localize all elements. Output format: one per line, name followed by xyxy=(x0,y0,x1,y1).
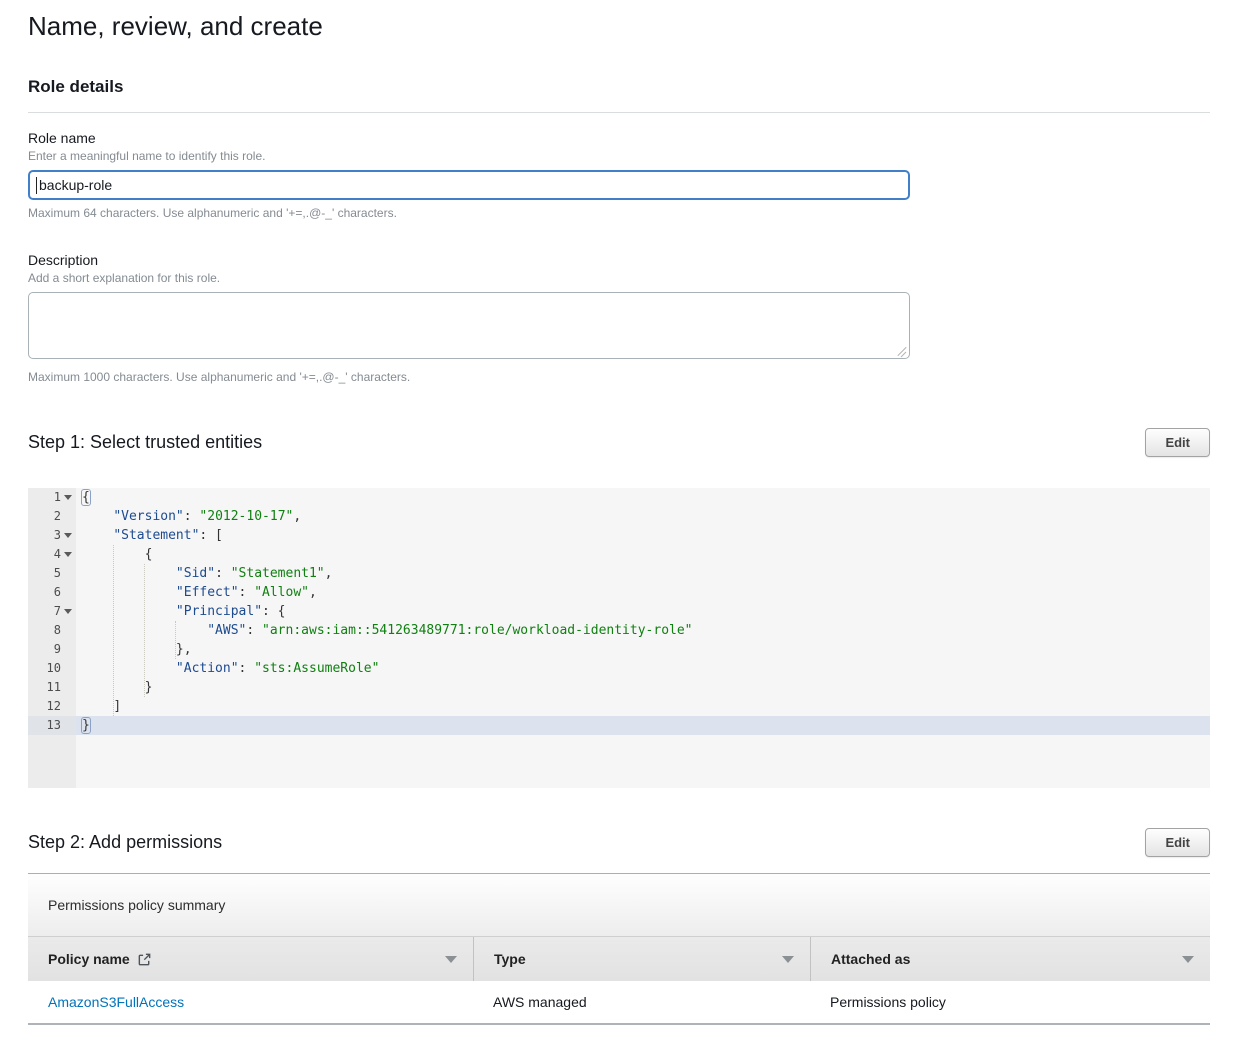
filter-dropdown-icon[interactable] xyxy=(782,956,794,963)
line-number: 13 xyxy=(47,716,61,735)
filter-dropdown-icon[interactable] xyxy=(1182,956,1194,963)
line-number: 7 xyxy=(54,602,61,621)
line-number: 5 xyxy=(54,564,61,583)
trust-policy-editor[interactable]: 1{2 "Version": "2012-10-17",3 "Statement… xyxy=(28,488,1210,788)
external-link-icon xyxy=(137,952,152,967)
line-number: 1 xyxy=(54,488,61,507)
step2-header: Step 2: Add permissions Edit xyxy=(28,828,1210,857)
role-name-input[interactable] xyxy=(28,170,910,200)
policy-link[interactable]: AmazonS3FullAccess xyxy=(48,994,184,1010)
code-line: 7 "Principal": { xyxy=(28,602,1210,621)
code-line: 13} xyxy=(28,716,1210,735)
code-line: 11 } xyxy=(28,678,1210,697)
policy-name-cell: AmazonS3FullAccess xyxy=(28,994,473,1010)
description-constraint: Maximum 1000 characters. Use alphanumeri… xyxy=(28,370,1210,384)
role-name-help: Enter a meaningful name to identify this… xyxy=(28,149,1210,163)
code-line: 3 "Statement": [ xyxy=(28,526,1210,545)
fold-arrow-icon[interactable] xyxy=(64,533,72,538)
description-field: Description Add a short explanation for … xyxy=(28,252,1210,384)
resize-handle-icon[interactable] xyxy=(897,347,907,357)
description-input-wrap xyxy=(28,292,910,364)
description-textarea[interactable] xyxy=(28,292,910,359)
step1-header: Step 1: Select trusted entities Edit xyxy=(28,428,1210,457)
filter-dropdown-icon[interactable] xyxy=(445,956,457,963)
policy-name-header-label: Policy name xyxy=(48,951,130,967)
fold-arrow-icon[interactable] xyxy=(64,495,72,500)
attached-as-cell: Permissions policy xyxy=(810,994,1210,1010)
code-line: 9 }, xyxy=(28,640,1210,659)
code-line: 6 "Effect": "Allow", xyxy=(28,583,1210,602)
step2-edit-button[interactable]: Edit xyxy=(1145,828,1210,857)
code-line: 10 "Action": "sts:AssumeRole" xyxy=(28,659,1210,678)
description-label: Description xyxy=(28,252,1210,268)
description-help: Add a short explanation for this role. xyxy=(28,271,1210,285)
table-row: AmazonS3FullAccess AWS managed Permissio… xyxy=(28,981,1210,1025)
attached-as-header-label: Attached as xyxy=(831,951,910,967)
step1-edit-button[interactable]: Edit xyxy=(1145,428,1210,457)
line-number: 10 xyxy=(47,659,61,678)
code-line: 2 "Version": "2012-10-17", xyxy=(28,507,1210,526)
role-name-label: Role name xyxy=(28,130,1210,146)
line-number: 11 xyxy=(47,678,61,697)
fold-arrow-icon[interactable] xyxy=(64,552,72,557)
code-line: 12 ] xyxy=(28,697,1210,716)
role-name-input-wrap xyxy=(28,170,910,200)
line-number: 4 xyxy=(54,545,61,564)
line-number: 3 xyxy=(54,526,61,545)
column-header-attached-as: Attached as xyxy=(810,937,1210,981)
permissions-table-header: Policy name Type Attached as xyxy=(28,936,1210,981)
fold-arrow-icon[interactable] xyxy=(64,609,72,614)
line-number: 8 xyxy=(54,621,61,640)
code-line: 4 { xyxy=(28,545,1210,564)
policy-type-cell: AWS managed xyxy=(473,994,810,1010)
type-header-label: Type xyxy=(494,951,526,967)
line-number: 9 xyxy=(54,640,61,659)
text-cursor xyxy=(36,177,37,194)
line-number: 2 xyxy=(54,507,61,526)
line-number: 6 xyxy=(54,583,61,602)
step2-heading: Step 2: Add permissions xyxy=(28,832,222,853)
divider xyxy=(28,112,1210,113)
line-number: 12 xyxy=(47,697,61,716)
code-line: 8 "AWS": "arn:aws:iam::541263489771:role… xyxy=(28,621,1210,640)
permissions-panel-title: Permissions policy summary xyxy=(28,874,1210,936)
page-content: Name, review, and create Role details Ro… xyxy=(0,0,1242,1025)
name-review-create-page: Name, review, and create Role details Ro… xyxy=(0,0,1242,1037)
role-name-constraint: Maximum 64 characters. Use alphanumeric … xyxy=(28,206,1210,220)
role-details-heading: Role details xyxy=(28,77,1210,97)
column-header-type: Type xyxy=(473,937,810,981)
role-name-field: Role name Enter a meaningful name to ide… xyxy=(28,130,1210,220)
code-line: 1{ xyxy=(28,488,1210,507)
page-title: Name, review, and create xyxy=(28,0,1210,41)
permissions-panel: Permissions policy summary Policy name T… xyxy=(28,874,1210,1025)
code-line: 5 "Sid": "Statement1", xyxy=(28,564,1210,583)
column-header-policy-name: Policy name xyxy=(28,937,473,981)
step1-heading: Step 1: Select trusted entities xyxy=(28,432,262,453)
code-lines: 1{2 "Version": "2012-10-17",3 "Statement… xyxy=(28,488,1210,735)
